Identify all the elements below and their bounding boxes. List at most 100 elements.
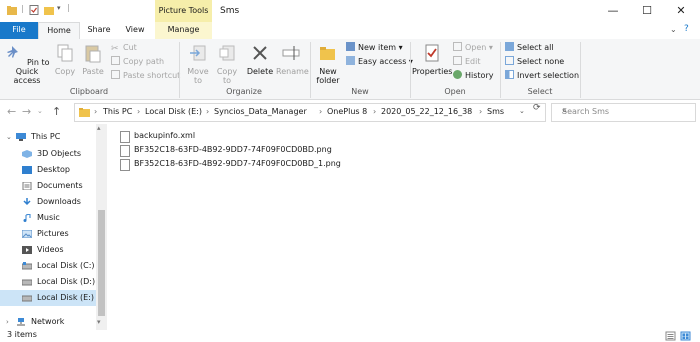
- select-none-button[interactable]: Select none: [505, 56, 564, 67]
- pictures-icon: [22, 230, 32, 238]
- tab-share[interactable]: Share: [82, 22, 116, 39]
- forward-arrow-icon[interactable]: →: [22, 105, 31, 118]
- properties-label: Properties: [412, 67, 453, 76]
- copy-to-button[interactable]: Copy to: [213, 43, 241, 85]
- sidebar-item-desktop[interactable]: Desktop: [0, 162, 96, 178]
- invert-selection-button[interactable]: Invert selection: [505, 70, 579, 81]
- group-divider: [580, 42, 581, 98]
- breadcrumb-sms[interactable]: Sms: [487, 107, 504, 116]
- sidebar-item-this-pc[interactable]: ⌄ This PC: [0, 129, 96, 145]
- sidebar-item-3d-objects[interactable]: 3D Objects: [0, 146, 96, 162]
- back-arrow-icon[interactable]: ←: [7, 105, 16, 118]
- breadcrumb-separator: ›: [137, 107, 141, 116]
- nav-pane-scrollbar[interactable]: ▴ ▾: [96, 124, 107, 330]
- breadcrumb-syncios[interactable]: Syncios_Data_Manager: [214, 107, 307, 116]
- edit-icon: [453, 56, 462, 65]
- rename-button[interactable]: Rename: [276, 43, 309, 76]
- scroll-up-icon[interactable]: ▴: [97, 124, 101, 132]
- collapsed-chevron-icon: ›: [6, 318, 9, 326]
- open-button[interactable]: Open ▾: [453, 42, 493, 53]
- paste-shortcut-button[interactable]: Paste shortcut: [111, 70, 180, 81]
- up-arrow-icon[interactable]: ↑: [52, 105, 61, 118]
- paste-button[interactable]: Paste: [80, 43, 106, 76]
- minimize-button[interactable]: —: [596, 0, 630, 22]
- move-to-button[interactable]: Move to: [184, 43, 212, 85]
- scrollbar-thumb[interactable]: [98, 210, 105, 316]
- cut-button[interactable]: ✂ Cut: [111, 42, 137, 54]
- downloads-icon: [23, 198, 31, 206]
- copy-label: Copy: [54, 67, 76, 76]
- select-all-label: Select all: [517, 43, 554, 52]
- delete-button[interactable]: Delete: [245, 43, 275, 76]
- xml-file-icon: [120, 131, 130, 143]
- new-folder-quick-icon[interactable]: [44, 5, 54, 15]
- network-icon: [17, 318, 25, 326]
- paste-label: Paste: [82, 67, 104, 76]
- copy-to-label: Copy to: [216, 67, 238, 85]
- copy-path-icon: [111, 56, 120, 65]
- tab-view[interactable]: View: [118, 22, 152, 39]
- easy-access-button[interactable]: Easy access ▾: [346, 56, 413, 67]
- item-count: 3 items: [7, 330, 37, 339]
- sidebar-item-label: Desktop: [37, 165, 70, 174]
- sidebar-item-documents[interactable]: Documents: [0, 178, 96, 194]
- sidebar-item-label: Music: [37, 213, 60, 222]
- new-folder-button[interactable]: New folder: [312, 43, 344, 85]
- file-name: BF352C18-63FD-4B92-9DD7-74F09F0CD0BD.png: [134, 145, 332, 154]
- pin-to-quick-access-button[interactable]: Pin to Quick access: [2, 43, 52, 85]
- view-toggle-icons[interactable]: [664, 331, 694, 341]
- copy-button[interactable]: Copy: [52, 43, 78, 76]
- sidebar-item-local-disk-e[interactable]: Local Disk (E:): [0, 290, 96, 306]
- open-icon: [453, 42, 462, 51]
- breadcrumb-separator: ›: [319, 107, 323, 116]
- delete-label: Delete: [246, 67, 274, 76]
- sidebar-item-network[interactable]: › Network: [0, 314, 96, 330]
- scroll-down-icon[interactable]: ▾: [97, 318, 101, 326]
- properties-quick-icon[interactable]: [29, 5, 39, 15]
- close-button[interactable]: ✕: [664, 0, 698, 22]
- address-dropdown-icon[interactable]: ⌄: [519, 107, 525, 115]
- copy-path-button[interactable]: Copy path: [111, 56, 164, 67]
- select-all-button[interactable]: Select all: [505, 42, 554, 53]
- breadcrumb-oneplus[interactable]: OnePlus 8: [327, 107, 367, 116]
- file-item[interactable]: BF352C18-63FD-4B92-9DD7-74F09F0CD0BD.png: [120, 143, 370, 157]
- rename-label: Rename: [276, 67, 309, 76]
- maximize-button[interactable]: ☐: [630, 0, 664, 22]
- tab-manage[interactable]: Manage: [155, 22, 212, 39]
- breadcrumb-this-pc[interactable]: This PC: [103, 107, 132, 116]
- select-group-label: Select: [527, 87, 553, 96]
- file-item[interactable]: backupinfo.xml: [120, 129, 370, 143]
- tab-file[interactable]: File: [0, 22, 38, 39]
- videos-icon: [22, 246, 32, 254]
- drive-icon: [22, 262, 32, 270]
- paste-shortcut-icon: [111, 70, 120, 79]
- sidebar-item-videos[interactable]: Videos: [0, 242, 96, 258]
- sidebar-item-label: This PC: [31, 132, 61, 141]
- breadcrumb-local-disk-e[interactable]: Local Disk (E:): [145, 107, 202, 116]
- sidebar-item-local-disk-d[interactable]: Local Disk (D:): [0, 274, 96, 290]
- sidebar-item-label: Documents: [37, 181, 83, 190]
- tab-home[interactable]: Home: [38, 22, 80, 40]
- customize-quick-access-icon[interactable]: ▾: [57, 4, 61, 12]
- sidebar-item-music[interactable]: Music: [0, 210, 96, 226]
- properties-button[interactable]: Properties: [412, 43, 452, 76]
- new-item-button[interactable]: New item ▾: [346, 42, 403, 53]
- history-button[interactable]: History: [453, 70, 493, 81]
- file-item[interactable]: BF352C18-63FD-4B92-9DD7-74F09F0CD0BD_1.p…: [120, 157, 370, 171]
- refresh-icon[interactable]: ⟳: [533, 103, 541, 113]
- expanded-chevron-icon: ⌄: [6, 133, 12, 141]
- sidebar-item-pictures[interactable]: Pictures: [0, 226, 96, 242]
- help-icon[interactable]: ?: [684, 24, 689, 34]
- recent-locations-icon[interactable]: ⌄: [37, 107, 43, 115]
- separator-icon: |: [21, 4, 24, 13]
- breadcrumb-date-folder[interactable]: 2020_05_22_12_16_38: [381, 107, 472, 116]
- search-input[interactable]: Search Sms ⌕: [551, 103, 696, 122]
- move-to-label: Move to: [187, 67, 209, 85]
- address-bar[interactable]: › This PC › Local Disk (E:) › Syncios_Da…: [74, 103, 546, 122]
- expand-ribbon-icon[interactable]: ⌄: [670, 25, 677, 34]
- sidebar-item-label: Videos: [37, 245, 64, 254]
- edit-button[interactable]: Edit: [453, 56, 481, 67]
- sidebar-item-local-disk-c[interactable]: Local Disk (C:): [0, 258, 96, 274]
- sidebar-item-downloads[interactable]: Downloads: [0, 194, 96, 210]
- sidebar-item-label: Local Disk (D:): [37, 277, 96, 286]
